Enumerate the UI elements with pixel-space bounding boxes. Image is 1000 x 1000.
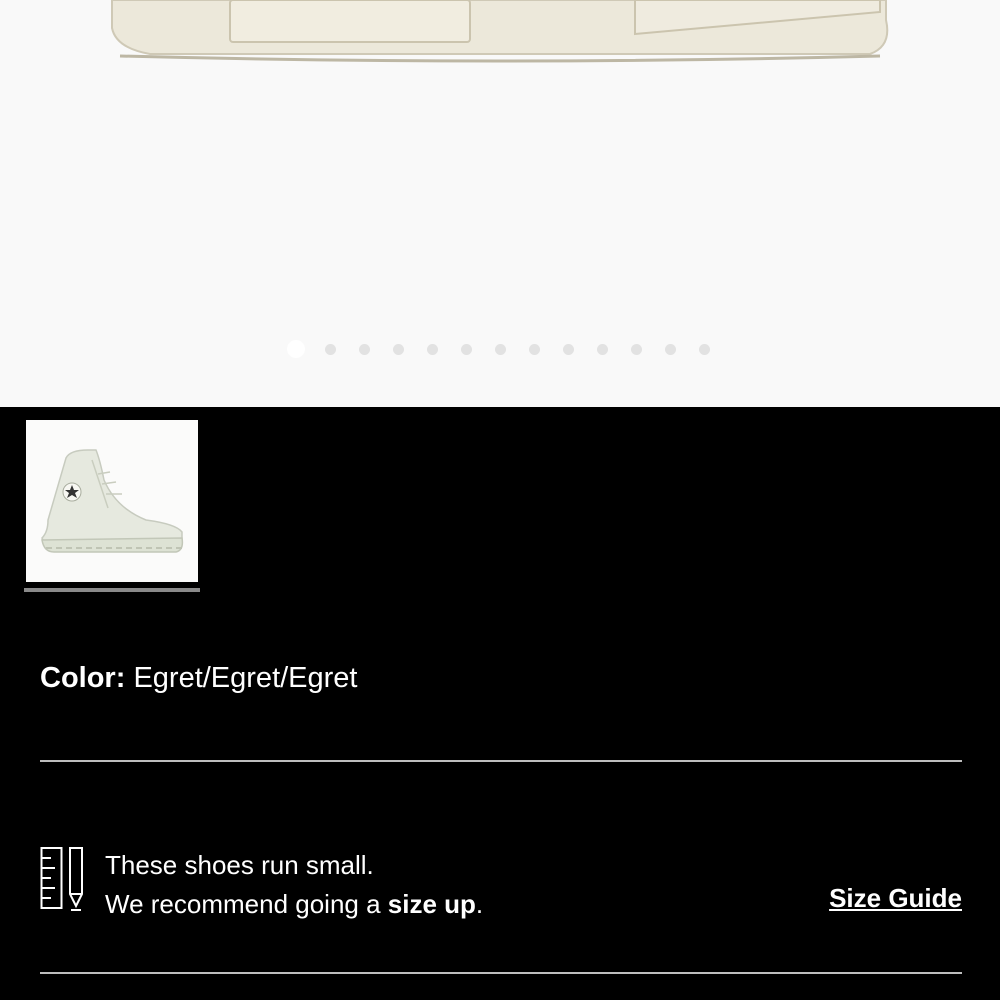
color-label: Color: [40,662,126,694]
fit-note-emphasis: size up [387,889,476,919]
fit-note-prefix: We recommend going a [105,889,388,919]
carousel-dot[interactable] [359,343,370,355]
carousel-dot[interactable] [665,343,676,355]
fit-note-line2: We recommend going a size up. [105,885,483,924]
carousel-dot[interactable] [427,343,438,355]
carousel-dot[interactable] [461,343,472,355]
fit-recommendation: These shoes run small. We recommend goin… [40,846,962,919]
fit-note-suffix: . [475,889,484,919]
fit-note-line1: These shoes run small. [105,850,374,880]
product-image-carousel[interactable] [0,0,1000,407]
thumbnail-selected-indicator [24,588,200,592]
carousel-dot[interactable] [699,343,710,355]
carousel-dot[interactable] [631,343,642,355]
color-info: Color: Egret/Egret/Egret [40,660,358,696]
carousel-dot[interactable] [597,343,608,355]
carousel-dot[interactable] [325,343,336,355]
carousel-dot[interactable] [495,343,506,355]
carousel-dot[interactable] [563,343,574,355]
thumbnail-image [26,420,198,582]
carousel-dot[interactable] [393,343,404,355]
carousel-dot[interactable] [287,340,305,358]
product-main-image [111,0,889,63]
carousel-pagination [287,340,710,358]
divider [40,972,962,974]
size-guide-link[interactable]: Size Guide [829,883,962,913]
divider [40,760,962,762]
ruler-pencil-icon [40,847,83,911]
color-value: Egret/Egret/Egret [133,662,358,694]
product-thumbnail[interactable] [24,417,200,593]
fit-note-text: These shoes run small. We recommend goin… [105,846,483,924]
carousel-dot[interactable] [529,343,540,355]
